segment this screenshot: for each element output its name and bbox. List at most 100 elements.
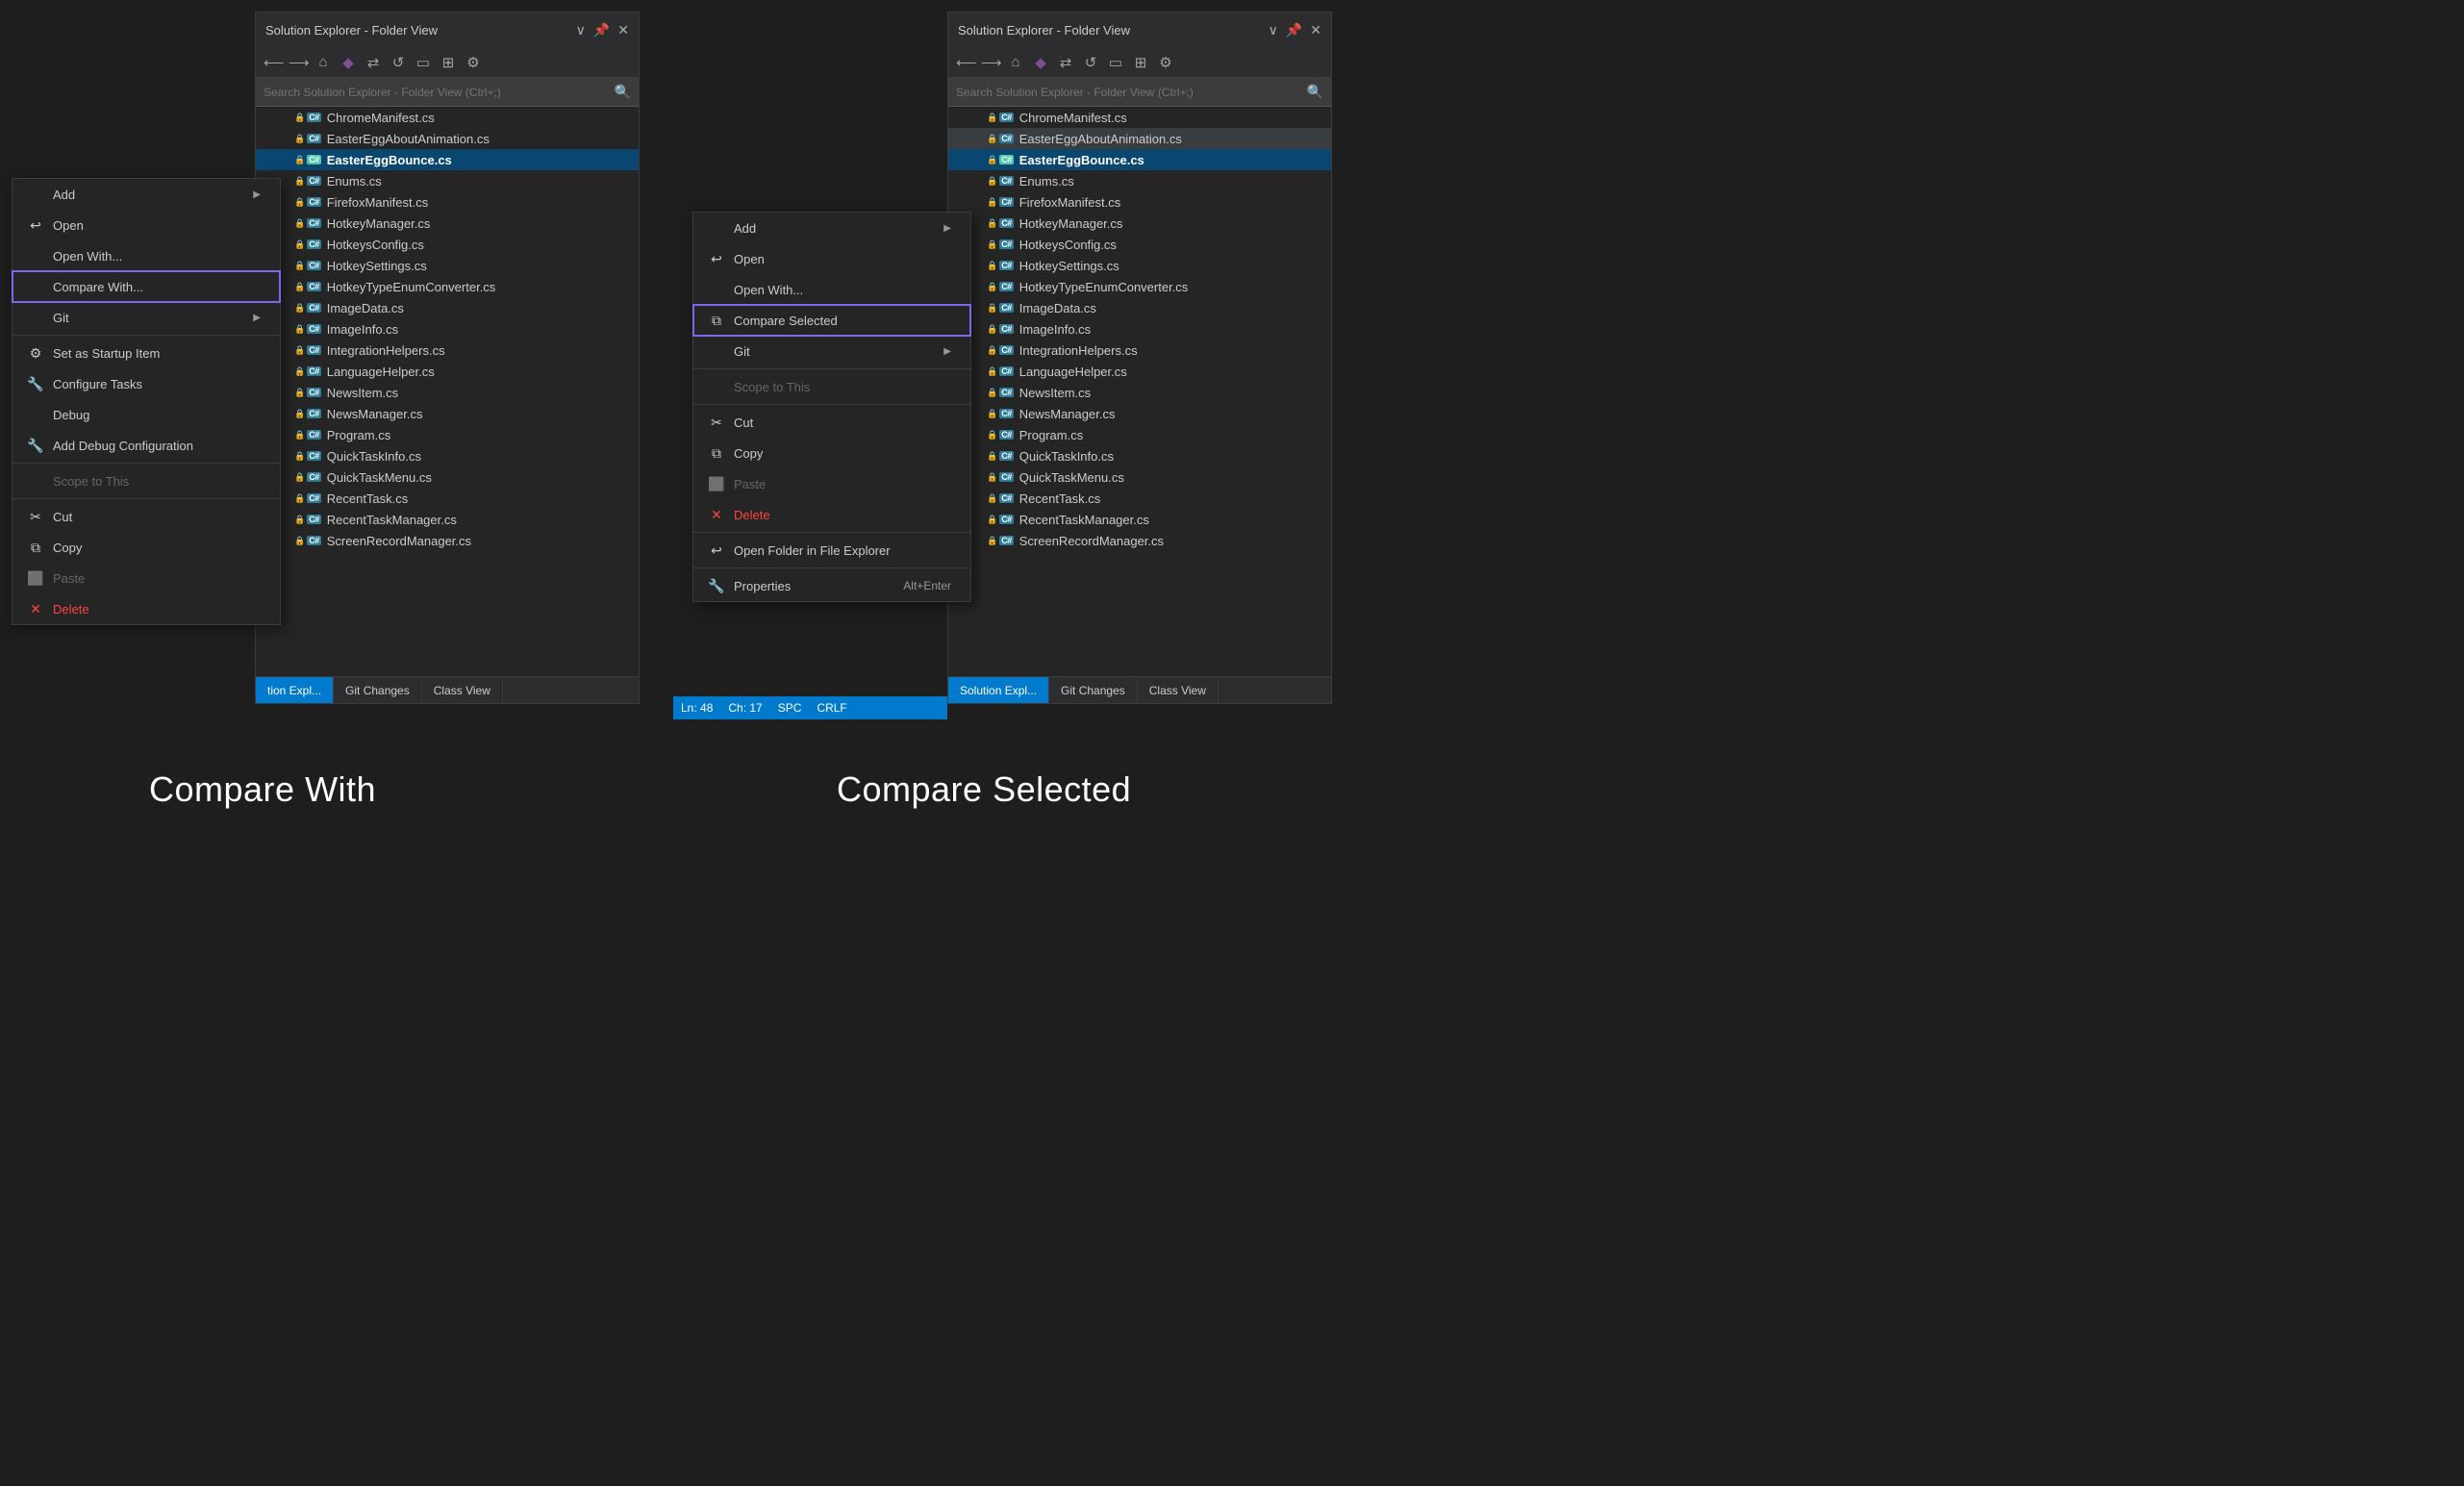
file-item[interactable]: 🔒 C# NewsManager.cs	[948, 403, 1331, 424]
file-item[interactable]: 🔒 C# NewsManager.cs	[256, 403, 639, 424]
file-item[interactable]: 🔒 C# Enums.cs	[256, 170, 639, 191]
file-item[interactable]: 🔒 C# EasterEggAboutAnimation.cs	[256, 128, 639, 149]
cm-open-with[interactable]: Open With...	[13, 240, 280, 271]
collapse-icon[interactable]: ▭	[1106, 54, 1125, 71]
cm-add-debug[interactable]: 🔧 Add Debug Configuration	[13, 430, 280, 461]
refresh-icon[interactable]: ↺	[1081, 54, 1100, 71]
settings-icon[interactable]: ⚙	[1156, 54, 1175, 71]
file-item[interactable]: 🔒 C# QuickTaskMenu.cs	[948, 466, 1331, 488]
back-icon[interactable]: ⟵	[956, 54, 975, 71]
file-item[interactable]: 🔒 C# HotkeysConfig.cs	[948, 234, 1331, 255]
file-item[interactable]: 🔒 C# HotkeyTypeEnumConverter.cs	[256, 276, 639, 297]
forward-icon[interactable]: ⟶	[981, 54, 1000, 71]
tab-class-view-right[interactable]: Class View	[1138, 677, 1219, 703]
left-file-list[interactable]: 🔒 C# ChromeManifest.cs 🔒 C# EasterEggAbo…	[256, 107, 639, 676]
cm-add[interactable]: Add ▶	[13, 179, 280, 210]
file-item-selected[interactable]: 🔒 C# EasterEggAboutAnimation.cs	[948, 128, 1331, 149]
sync-icon[interactable]: ⇄	[364, 54, 383, 71]
file-item[interactable]: 🔒 C# QuickTaskInfo.cs	[948, 445, 1331, 466]
right-search-input[interactable]	[956, 86, 1307, 99]
tab-class-view[interactable]: Class View	[422, 677, 503, 703]
file-item[interactable]: 🔒 C# IntegrationHelpers.cs	[948, 340, 1331, 361]
file-item[interactable]: 🔒 C# LanguageHelper.cs	[948, 361, 1331, 382]
file-item[interactable]: 🔒 C# ScreenRecordManager.cs	[948, 530, 1331, 551]
cm-delete[interactable]: ✕ Delete	[13, 593, 280, 624]
file-item[interactable]: 🔒 C# ImageInfo.cs	[256, 318, 639, 340]
cm-properties[interactable]: 🔧 Properties Alt+Enter	[693, 570, 970, 601]
pin-icon[interactable]: 📌	[1286, 22, 1302, 38]
file-item[interactable]: 🔒 C# QuickTaskInfo.cs	[256, 445, 639, 466]
split-icon[interactable]: ⊞	[1131, 54, 1150, 71]
left-search-input[interactable]	[264, 86, 615, 99]
refresh-icon[interactable]: ↺	[389, 54, 408, 71]
file-item-highlighted[interactable]: 🔒 C# EasterEggBounce.cs	[948, 149, 1331, 170]
cm-git-right[interactable]: Git ▶	[693, 336, 970, 366]
file-item[interactable]: 🔒 C# HotkeysConfig.cs	[256, 234, 639, 255]
file-item[interactable]: 🔒 C# HotkeySettings.cs	[948, 255, 1331, 276]
tab-solution-explorer-right[interactable]: Solution Expl...	[948, 677, 1049, 703]
file-item[interactable]: 🔒 C# FirefoxManifest.cs	[948, 191, 1331, 213]
left-search-bar[interactable]: 🔍	[256, 78, 639, 107]
file-item[interactable]: 🔒 C# HotkeyManager.cs	[256, 213, 639, 234]
cm-open[interactable]: ↩ Open	[13, 210, 280, 240]
cm-set-startup[interactable]: ⚙ Set as Startup Item	[13, 338, 280, 368]
file-item[interactable]: 🔒 C# RecentTask.cs	[256, 488, 639, 509]
vs-icon[interactable]: ◆	[339, 54, 358, 71]
right-file-list[interactable]: 🔒 C# ChromeManifest.cs 🔒 C# EasterEggAbo…	[948, 107, 1331, 676]
cm-open-with-right[interactable]: Open With...	[693, 274, 970, 305]
file-item[interactable]: 🔒 C# RecentTaskManager.cs	[256, 509, 639, 530]
file-item[interactable]: 🔒 C# RecentTaskManager.cs	[948, 509, 1331, 530]
pin-icon[interactable]: 📌	[593, 22, 610, 38]
forward-icon[interactable]: ⟶	[289, 54, 308, 71]
cm-compare-with[interactable]: Compare With...	[13, 271, 280, 302]
split-icon[interactable]: ⊞	[439, 54, 458, 71]
file-item[interactable]: 🔒 C# ImageInfo.cs	[948, 318, 1331, 340]
sync-icon[interactable]: ⇄	[1056, 54, 1075, 71]
cm-open-folder[interactable]: ↩ Open Folder in File Explorer	[693, 535, 970, 566]
close-icon[interactable]: ✕	[1310, 22, 1321, 38]
file-item[interactable]: 🔒 C# NewsItem.cs	[256, 382, 639, 403]
cm-configure-tasks[interactable]: 🔧 Configure Tasks	[13, 368, 280, 399]
settings-icon[interactable]: ⚙	[464, 54, 483, 71]
file-item[interactable]: 🔒 C# ImageData.cs	[256, 297, 639, 318]
chevron-down-icon[interactable]: ∨	[576, 22, 586, 38]
cm-delete-right[interactable]: ✕ Delete	[693, 499, 970, 530]
file-item[interactable]: 🔒 C# Program.cs	[256, 424, 639, 445]
file-item[interactable]: 🔒 C# Program.cs	[948, 424, 1331, 445]
back-icon[interactable]: ⟵	[264, 54, 283, 71]
cm-compare-selected[interactable]: ⧉ Compare Selected	[693, 305, 970, 336]
tab-solution-explorer[interactable]: tion Expl...	[256, 677, 334, 703]
file-item[interactable]: 🔒 C# RecentTask.cs	[948, 488, 1331, 509]
chevron-down-icon[interactable]: ∨	[1269, 22, 1278, 38]
file-item[interactable]: 🔒 C# FirefoxManifest.cs	[256, 191, 639, 213]
cm-copy[interactable]: ⧉ Copy	[13, 532, 280, 563]
file-item[interactable]: 🔒 C# ImageData.cs	[948, 297, 1331, 318]
file-item[interactable]: 🔒 C# Enums.cs	[948, 170, 1331, 191]
cm-git[interactable]: Git ▶	[13, 302, 280, 333]
right-search-bar[interactable]: 🔍	[948, 78, 1331, 107]
tab-git-changes[interactable]: Git Changes	[334, 677, 422, 703]
file-item[interactable]: 🔒 C# NewsItem.cs	[948, 382, 1331, 403]
cm-add-right[interactable]: Add ▶	[693, 213, 970, 243]
close-icon[interactable]: ✕	[617, 22, 629, 38]
file-item[interactable]: 🔒 C# HotkeyManager.cs	[948, 213, 1331, 234]
home-icon[interactable]: ⌂	[314, 54, 333, 70]
tab-git-changes-right[interactable]: Git Changes	[1049, 677, 1138, 703]
collapse-icon[interactable]: ▭	[414, 54, 433, 71]
file-item[interactable]: 🔒 C# ScreenRecordManager.cs	[256, 530, 639, 551]
file-item[interactable]: 🔒 C# HotkeyTypeEnumConverter.cs	[948, 276, 1331, 297]
home-icon[interactable]: ⌂	[1006, 54, 1025, 70]
file-item[interactable]: 🔒 C# IntegrationHelpers.cs	[256, 340, 639, 361]
file-item[interactable]: 🔒 C# HotkeySettings.cs	[256, 255, 639, 276]
cm-open-right[interactable]: ↩ Open	[693, 243, 970, 274]
file-item-highlighted[interactable]: 🔒 C# EasterEggBounce.cs	[256, 149, 639, 170]
file-item[interactable]: 🔒 C# ChromeManifest.cs	[256, 107, 639, 128]
cm-cut-right[interactable]: ✂ Cut	[693, 407, 970, 438]
vs-icon[interactable]: ◆	[1031, 54, 1050, 71]
cm-cut[interactable]: ✂ Cut	[13, 501, 280, 532]
file-item[interactable]: 🔒 C# LanguageHelper.cs	[256, 361, 639, 382]
file-item[interactable]: 🔒 C# QuickTaskMenu.cs	[256, 466, 639, 488]
cm-copy-right[interactable]: ⧉ Copy	[693, 438, 970, 468]
cm-debug[interactable]: Debug	[13, 399, 280, 430]
file-item[interactable]: 🔒 C# ChromeManifest.cs	[948, 107, 1331, 128]
